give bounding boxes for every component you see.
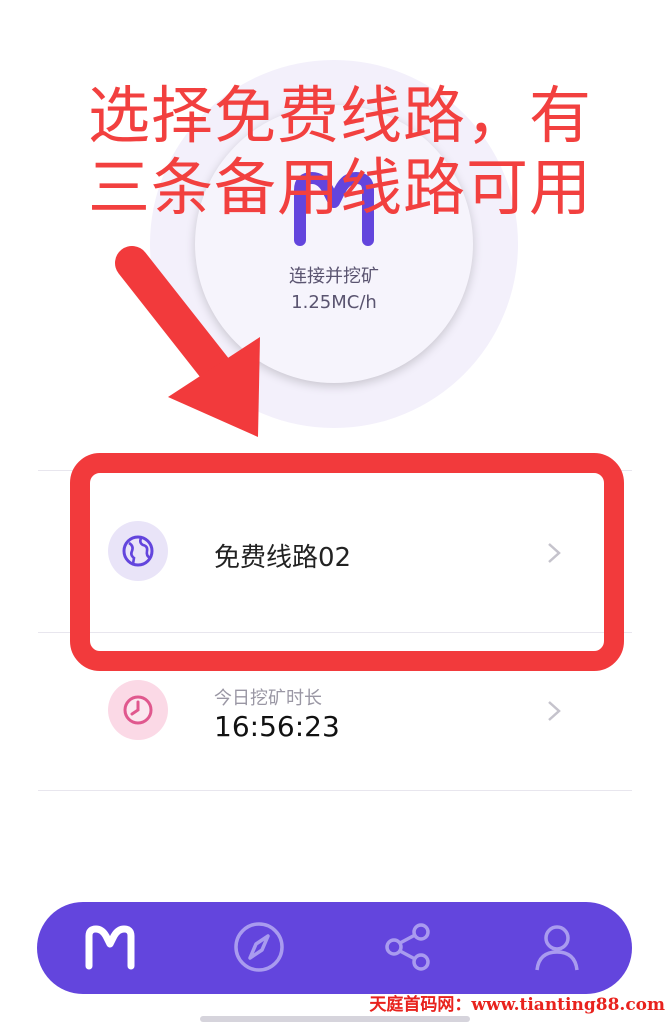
- nav-discover-tab[interactable]: [229, 917, 289, 977]
- annotation-highlight-box: [70, 453, 624, 671]
- mining-duration-label: 今日挖矿时长: [214, 688, 322, 709]
- annotation-headline: 选择免费线路，有 三条备用线路可用: [40, 80, 640, 224]
- clock-icon: [108, 680, 168, 740]
- mining-logo-icon: [85, 925, 135, 970]
- nav-share-tab[interactable]: [378, 917, 438, 977]
- chevron-right-icon: [548, 701, 561, 721]
- home-indicator[interactable]: [200, 1016, 470, 1022]
- divider: [38, 790, 632, 791]
- annotation-line: 选择免费线路，有: [87, 79, 592, 152]
- share-icon: [385, 923, 430, 971]
- mining-duration-value: 16:56:23: [214, 710, 340, 743]
- user-icon: [535, 925, 579, 971]
- nav-profile-tab[interactable]: [527, 917, 587, 977]
- nav-mining-tab[interactable]: [80, 917, 140, 977]
- annotation-line: 三条备用线路可用: [87, 151, 592, 224]
- watermark: 天庭首码网：www.tianting88.com: [369, 995, 665, 1015]
- compass-icon: [234, 922, 284, 972]
- annotation-arrow-icon: [115, 246, 260, 437]
